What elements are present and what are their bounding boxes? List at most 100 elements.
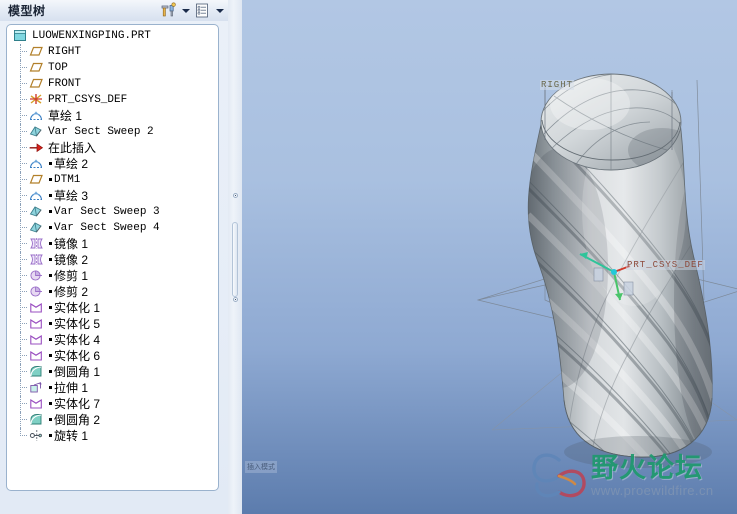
panel-splitter[interactable]: [228, 0, 242, 514]
tree-node[interactable]: 实体化 5: [7, 316, 218, 332]
tree-elbow-line: [20, 83, 27, 84]
tree-node[interactable]: 在此插入: [7, 140, 218, 156]
feature-status-marker: [49, 225, 52, 229]
splitter-grip[interactable]: [232, 222, 238, 297]
tree-node-label: Var Sect Sweep 4: [54, 222, 160, 234]
tree-elbow-line: [20, 115, 27, 116]
tree-guide-line: [20, 252, 21, 268]
watermark-title: 野火论坛: [591, 452, 703, 483]
tree-guide-line: [20, 108, 21, 124]
tree-elbow-line: [20, 339, 27, 340]
tree-node[interactable]: 实体化 6: [7, 348, 218, 364]
model-tree-panel: 模型树 LUOWENXINGPING.PRT RIGHT TOP FRONT P…: [0, 0, 228, 514]
model-tree-container[interactable]: LUOWENXINGPING.PRT RIGHT TOP FRONT PRT_CSYS_…: [6, 24, 219, 491]
tree-node-label: 实体化 4: [54, 333, 101, 347]
feature-status-marker: [49, 417, 52, 421]
tree-node[interactable]: 草绘 3: [7, 188, 218, 204]
tree-elbow-line: [20, 275, 27, 276]
tree-node[interactable]: DTM1: [7, 172, 218, 188]
tree-node[interactable]: Var Sect Sweep 2: [7, 124, 218, 140]
tree-node[interactable]: 修剪 1: [7, 268, 218, 284]
tree-node-label: 实体化 6: [54, 349, 101, 363]
tree-node-label: 草绘 1: [48, 109, 83, 123]
tree-node[interactable]: 草绘 1: [7, 108, 218, 124]
feature-status-marker: [49, 289, 52, 293]
tree-node[interactable]: PRT_CSYS_DEF: [7, 92, 218, 108]
tree-node-label: Var Sect Sweep 2: [48, 126, 154, 138]
tree-node[interactable]: 草绘 2: [7, 156, 218, 172]
tree-node[interactable]: RIGHT: [7, 44, 218, 60]
tree-node-label: TOP: [48, 62, 68, 74]
tree-node[interactable]: Var Sect Sweep 4: [7, 220, 218, 236]
sweep-icon: [29, 125, 45, 139]
solidify-icon: [29, 349, 45, 363]
feature-status-marker: [49, 433, 52, 437]
tree-node[interactable]: 旋转 1: [7, 428, 218, 444]
tree-elbow-line: [20, 227, 27, 228]
solidify-icon: [29, 333, 45, 347]
datum-plane-icon: [29, 61, 45, 75]
tree-guide-line: [20, 60, 21, 76]
tree-elbow-line: [20, 51, 27, 52]
settings-dropdown-caret[interactable]: [181, 1, 190, 20]
graphics-viewport[interactable]: RIGHT PRT_CSYS_DEF 插入模式 野火论坛 www.proewil…: [242, 0, 737, 514]
csys-label: PRT_CSYS_DEF: [626, 260, 705, 270]
tree-node-label: 实体化 5: [54, 317, 101, 331]
model-scene: [476, 73, 737, 468]
tree-node[interactable]: Var Sect Sweep 3: [7, 204, 218, 220]
datum-plane-icon: [29, 77, 45, 91]
tree-guide-line: [20, 348, 21, 364]
tree-elbow-line: [20, 211, 27, 212]
tree-node[interactable]: 镜像 2: [7, 252, 218, 268]
model-tree-header: 模型树: [0, 0, 228, 21]
tree-elbow-line: [20, 307, 27, 308]
tree-node[interactable]: 倒圆角 2: [7, 412, 218, 428]
tree-node[interactable]: FRONT: [7, 76, 218, 92]
tree-elbow-line: [20, 163, 27, 164]
tree-root-node[interactable]: LUOWENXINGPING.PRT: [7, 28, 218, 44]
tree-elbow-line: [20, 67, 27, 68]
tree-node-label: 在此插入: [48, 141, 97, 155]
tree-node-label: LUOWENXINGPING.PRT: [32, 30, 151, 42]
tree-node[interactable]: 倒圆角 1: [7, 364, 218, 380]
tree-node[interactable]: TOP: [7, 60, 218, 76]
csys-icon: [29, 93, 45, 107]
tree-node[interactable]: 修剪 2: [7, 284, 218, 300]
sweep-icon: [29, 221, 45, 235]
tree-elbow-line: [20, 323, 27, 324]
tree-guide-line: [20, 268, 21, 284]
tree-node-label: 倒圆角 2: [54, 413, 101, 427]
tree-guide-line: [20, 316, 21, 332]
tree-guide-line: [20, 396, 21, 412]
settings-tools-icon[interactable]: [158, 1, 179, 20]
list-layers-icon[interactable]: [192, 1, 213, 20]
splitter-marker-top[interactable]: [233, 193, 238, 198]
model-tree-list: LUOWENXINGPING.PRT RIGHT TOP FRONT PRT_CSYS_…: [7, 25, 218, 444]
round-icon: [29, 413, 45, 427]
tree-node[interactable]: 实体化 1: [7, 300, 218, 316]
mirror-icon: [29, 237, 45, 251]
splitter-marker-bottom[interactable]: [233, 297, 238, 302]
watermark-logo-icon: [532, 453, 586, 498]
tree-node[interactable]: 镜像 1: [7, 236, 218, 252]
feature-status-marker: [49, 305, 52, 309]
sweep-icon: [29, 205, 45, 219]
list-dropdown-caret[interactable]: [215, 1, 224, 20]
tree-node[interactable]: 实体化 4: [7, 332, 218, 348]
tree-node-label: 镜像 2: [54, 253, 89, 267]
tree-node-label: DTM1: [54, 174, 81, 186]
trim-icon: [29, 269, 45, 283]
tree-elbow-line: [20, 387, 27, 388]
tree-elbow-line: [20, 355, 27, 356]
tree-node-label: 修剪 2: [54, 285, 89, 299]
model-tree-toolbar: [158, 1, 224, 20]
tree-node[interactable]: 实体化 7: [7, 396, 218, 412]
solidify-icon: [29, 397, 45, 411]
tree-node[interactable]: 拉伸 1: [7, 380, 218, 396]
tree-guide-line: [20, 76, 21, 92]
sketch-icon: [29, 109, 45, 123]
trim-icon: [29, 285, 45, 299]
panel-title: 模型树: [8, 4, 46, 18]
tree-node-label: 拉伸 1: [54, 381, 89, 395]
forum-watermark: 野火论坛 www.proewildfire.cn: [529, 445, 734, 507]
